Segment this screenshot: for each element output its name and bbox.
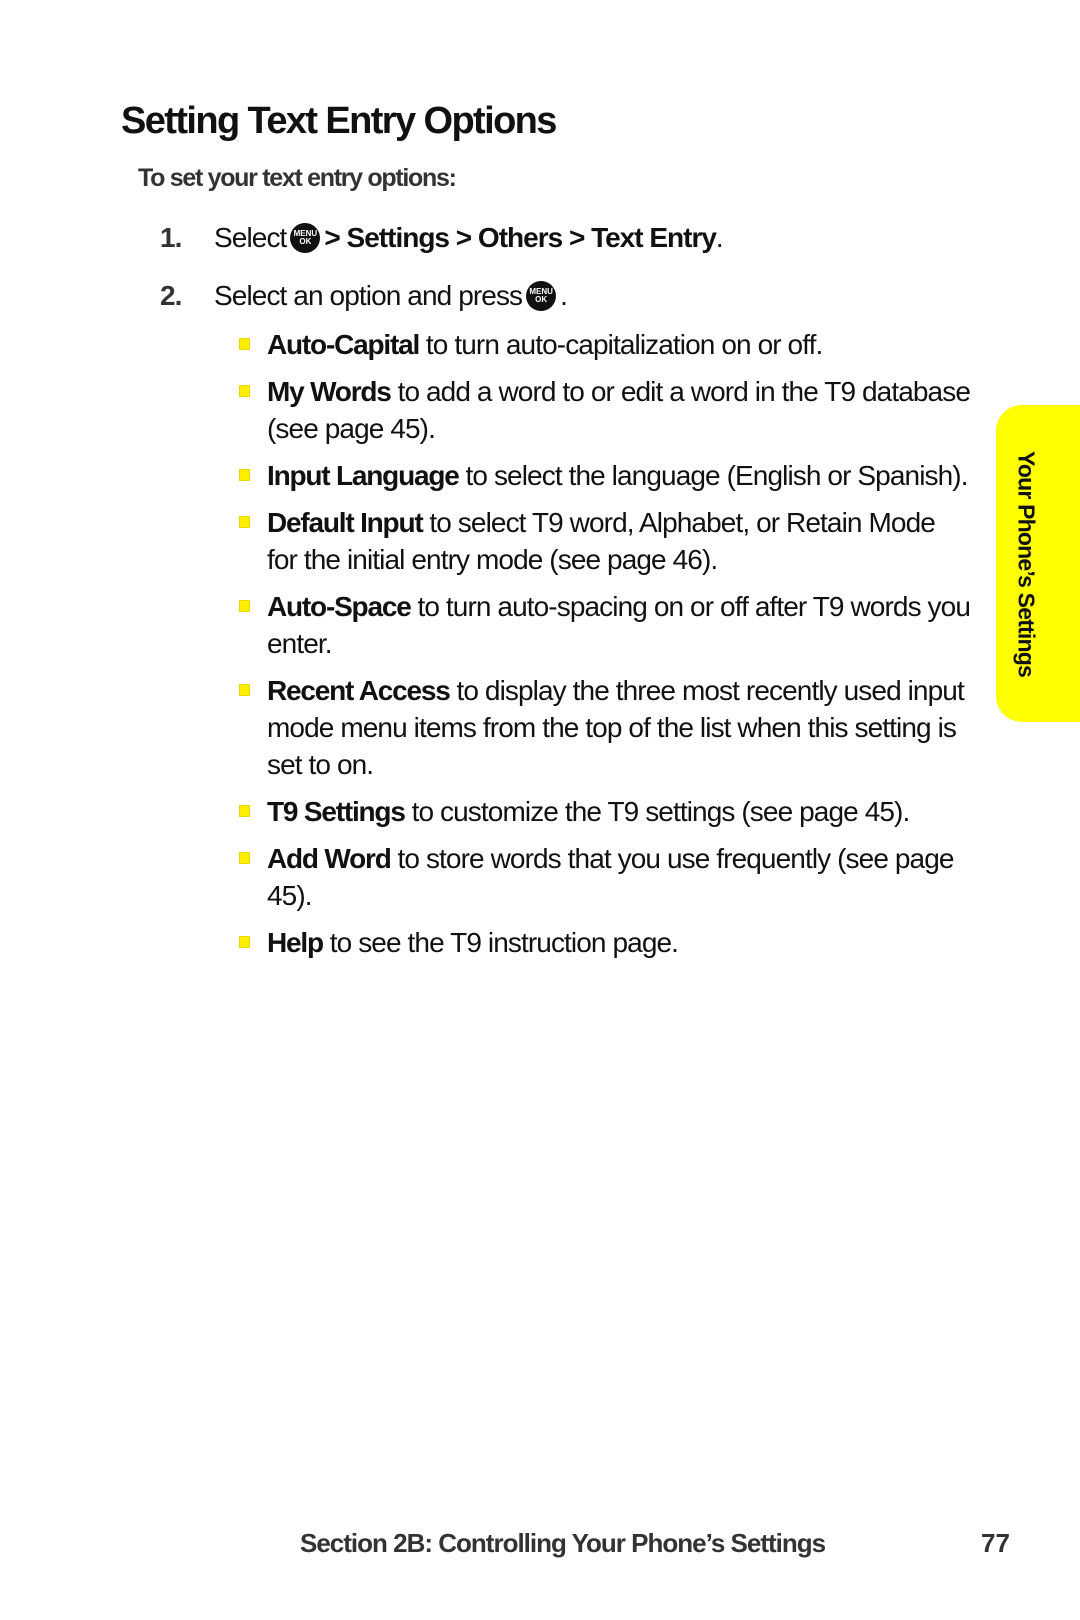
- ok-label: OK: [535, 295, 548, 304]
- step-1: 1. Select MENU OK > Settings > Others > …: [160, 222, 724, 254]
- side-tab-label: Your Phone’s Settings: [1013, 450, 1040, 677]
- bullet-square-icon: [240, 601, 249, 611]
- option-description: to select the language (English or Spani…: [458, 460, 969, 491]
- bullet-square-icon: [240, 339, 249, 349]
- menu-path: > Settings > Others > Text Entry: [324, 222, 716, 253]
- section-side-tab: Your Phone’s Settings: [996, 405, 1080, 722]
- list-item: Auto-Space to turn auto-spacing on or of…: [240, 588, 971, 662]
- list-item: Add Word to store words that you use fre…: [240, 840, 970, 914]
- bullet-square-icon: [240, 685, 249, 695]
- step-number: 2.: [160, 280, 182, 311]
- menu-ok-key-icon: MENU OK: [290, 223, 321, 253]
- bullet-square-icon: [240, 386, 249, 396]
- option-term: Auto-Capital: [267, 329, 420, 360]
- page-title: Setting Text Entry Options: [121, 100, 557, 142]
- bullet-square-icon: [240, 517, 249, 527]
- ok-label: OK: [299, 237, 312, 246]
- option-term: Default Input: [267, 507, 424, 538]
- option-term: Auto-Space: [267, 591, 412, 622]
- step-suffix: .: [715, 222, 724, 253]
- procedure-heading: To set your text entry options:: [138, 164, 457, 192]
- list-item: Input Language to select the language (E…: [240, 457, 970, 494]
- bullet-square-icon: [240, 937, 249, 947]
- option-description: to turn auto-capitalization on or off.: [419, 329, 823, 360]
- option-description: to customize the T9 settings (see page 4…: [404, 796, 911, 827]
- option-term: Help: [267, 927, 324, 958]
- menu-ok-key-icon: MENU OK: [526, 281, 557, 311]
- step-2: 2. Select an option and press MENU OK .: [160, 280, 568, 312]
- option-term: T9 Settings: [267, 796, 406, 827]
- page-number: 77: [981, 1528, 1010, 1558]
- option-term: My Words: [267, 376, 392, 407]
- list-item: Help to see the T9 instruction page.: [240, 924, 970, 961]
- option-term: Input Language: [267, 460, 460, 491]
- step-text: Select: [214, 222, 287, 253]
- list-item: Auto-Capital to turn auto-capitalization…: [240, 326, 970, 363]
- bullet-square-icon: [240, 470, 249, 480]
- bullet-square-icon: [240, 806, 249, 816]
- list-item: My Words to add a word to or edit a word…: [240, 373, 971, 447]
- option-term: Recent Access: [267, 675, 451, 706]
- bullet-square-icon: [240, 853, 249, 863]
- option-description: to see the T9 instruction page.: [322, 927, 679, 958]
- step-suffix: .: [560, 280, 568, 311]
- step-text: Select an option and press: [214, 280, 523, 311]
- list-item: Default Input to select T9 word, Alphabe…: [240, 504, 970, 578]
- option-term: Add Word: [267, 843, 392, 874]
- list-item: Recent Access to display the three most …: [240, 672, 970, 783]
- options-list: Auto-Capital to turn auto-capitalization…: [240, 326, 971, 971]
- footer-section-title: Section 2B: Controlling Your Phone’s Set…: [300, 1528, 826, 1558]
- step-number: 1.: [160, 222, 182, 253]
- list-item: T9 Settings to customize the T9 settings…: [240, 793, 970, 830]
